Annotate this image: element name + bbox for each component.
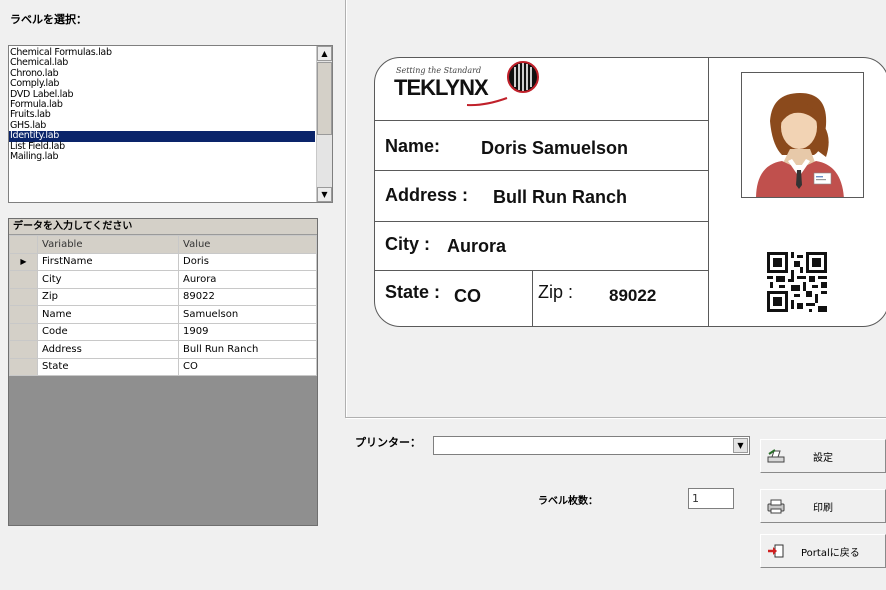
file-list-item[interactable]: Mailing.lab xyxy=(9,151,315,162)
card-divider xyxy=(375,221,708,222)
name-label: Name: xyxy=(385,136,441,156)
settings-button[interactable]: 設定 xyxy=(760,439,886,473)
label-file-list[interactable]: Chemical Formulas.lab Chemical.lab Chrono.… xyxy=(8,45,333,203)
value-cell[interactable]: 89022 xyxy=(178,287,317,306)
variable-cell[interactable]: Name xyxy=(37,305,179,324)
address-value: Bull Run Ranch xyxy=(493,187,627,207)
settings-button-label: 設定 xyxy=(813,452,833,464)
value-cell[interactable]: CO xyxy=(178,357,317,376)
row-header[interactable] xyxy=(9,287,38,306)
qr-code-icon xyxy=(767,252,827,312)
data-entry-grid: データを入力してください Variable Value ▶ FirstName Do… xyxy=(8,218,318,526)
file-list-item[interactable]: Formula.lab xyxy=(9,99,315,110)
grid-row[interactable]: Code 1909 xyxy=(9,322,317,341)
address-label: Address : xyxy=(385,185,469,205)
grid-row[interactable]: Name Samuelson xyxy=(9,305,317,324)
horizontal-divider xyxy=(346,417,886,419)
print-button-label: 印刷 xyxy=(813,502,833,514)
printer-icon xyxy=(761,498,791,514)
variable-column-header[interactable]: Variable xyxy=(37,235,179,254)
grid-row[interactable]: City Aurora xyxy=(9,270,317,289)
return-button-label: Portalに戻る xyxy=(801,547,860,559)
row-header[interactable]: ▶ xyxy=(9,252,38,271)
copies-label: ラベル枚数： xyxy=(538,496,598,507)
name-value: Doris Samuelson xyxy=(481,138,629,158)
vertical-divider xyxy=(345,0,347,418)
variable-table: Variable Value ▶ FirstName Doris City Aurora… xyxy=(9,235,317,376)
grid-row[interactable]: Zip 89022 xyxy=(9,287,317,306)
variable-cell[interactable]: City xyxy=(37,270,179,289)
zip-label: Zip : xyxy=(538,282,574,302)
printer-label: プリンター： xyxy=(355,436,421,449)
row-header[interactable] xyxy=(9,322,38,341)
row-header[interactable] xyxy=(9,270,38,289)
card-divider xyxy=(708,58,709,326)
file-items: Chemical Formulas.lab Chemical.lab Chrono.… xyxy=(9,47,315,162)
variable-cell[interactable]: FirstName xyxy=(37,252,179,271)
variable-cell[interactable]: Address xyxy=(37,340,179,359)
grid-header-row: Variable Value xyxy=(9,235,317,254)
select-label: ラベルを選択： xyxy=(10,13,87,26)
variable-cell[interactable]: Code xyxy=(37,322,179,341)
city-value: Aurora xyxy=(447,236,507,256)
teklynx-globe-icon xyxy=(507,61,539,93)
file-list-item[interactable]: Identity.lab xyxy=(9,130,315,142)
card-divider xyxy=(532,270,533,326)
variable-cell[interactable]: Zip xyxy=(37,287,179,306)
row-header[interactable] xyxy=(9,305,38,324)
person-avatar-icon xyxy=(742,73,863,197)
copies-input[interactable]: 1 xyxy=(688,488,734,509)
file-list-item[interactable]: Fruits.lab xyxy=(9,109,315,120)
brand-swoosh-icon xyxy=(466,97,508,107)
label-preview: Setting the Standard TEKLYNX Name: Doris… xyxy=(374,57,886,327)
row-header[interactable] xyxy=(9,340,38,359)
scroll-down-button[interactable]: ▼ xyxy=(317,187,332,202)
scroll-up-button[interactable]: ▲ xyxy=(317,46,332,61)
value-cell[interactable]: Bull Run Ranch xyxy=(178,340,317,359)
printer-dropdown[interactable]: ▼ xyxy=(433,436,750,455)
city-label: City : xyxy=(385,234,430,254)
value-cell[interactable]: 1909 xyxy=(178,322,317,341)
row-header[interactable] xyxy=(9,357,38,376)
variable-cell[interactable]: State xyxy=(37,357,179,376)
value-column-header[interactable]: Value xyxy=(178,235,317,254)
card-divider xyxy=(375,170,708,171)
grid-body: ▶ FirstName Doris City Aurora Zip 89022 Name Sam… xyxy=(9,252,317,376)
card-divider xyxy=(375,270,708,271)
file-list-scrollbar[interactable]: ▲ ▼ xyxy=(316,46,332,202)
row-header-corner xyxy=(9,235,38,254)
person-photo xyxy=(741,72,864,198)
printer-settings-icon xyxy=(761,448,791,464)
brand-tagline: Setting the Standard xyxy=(396,66,482,75)
chevron-down-icon[interactable]: ▼ xyxy=(733,438,748,453)
grid-row[interactable]: ▶ FirstName Doris xyxy=(9,252,317,271)
state-value: CO xyxy=(454,286,481,306)
file-list-item[interactable]: Comply.lab xyxy=(9,78,315,89)
state-label: State : xyxy=(385,282,441,302)
card-divider xyxy=(375,120,708,121)
return-to-portal-button[interactable]: Portalに戻る xyxy=(760,534,886,568)
value-cell[interactable]: Doris xyxy=(178,252,317,271)
print-button[interactable]: 印刷 xyxy=(760,489,886,523)
value-cell[interactable]: Samuelson xyxy=(178,305,317,324)
grid-row[interactable]: Address Bull Run Ranch xyxy=(9,340,317,359)
value-cell[interactable]: Aurora xyxy=(178,270,317,289)
grid-caption: データを入力してください xyxy=(9,219,317,235)
scroll-thumb[interactable] xyxy=(317,62,332,135)
exit-door-icon xyxy=(761,544,791,558)
grid-row[interactable]: State CO xyxy=(9,357,317,376)
zip-value: 89022 xyxy=(609,286,657,305)
